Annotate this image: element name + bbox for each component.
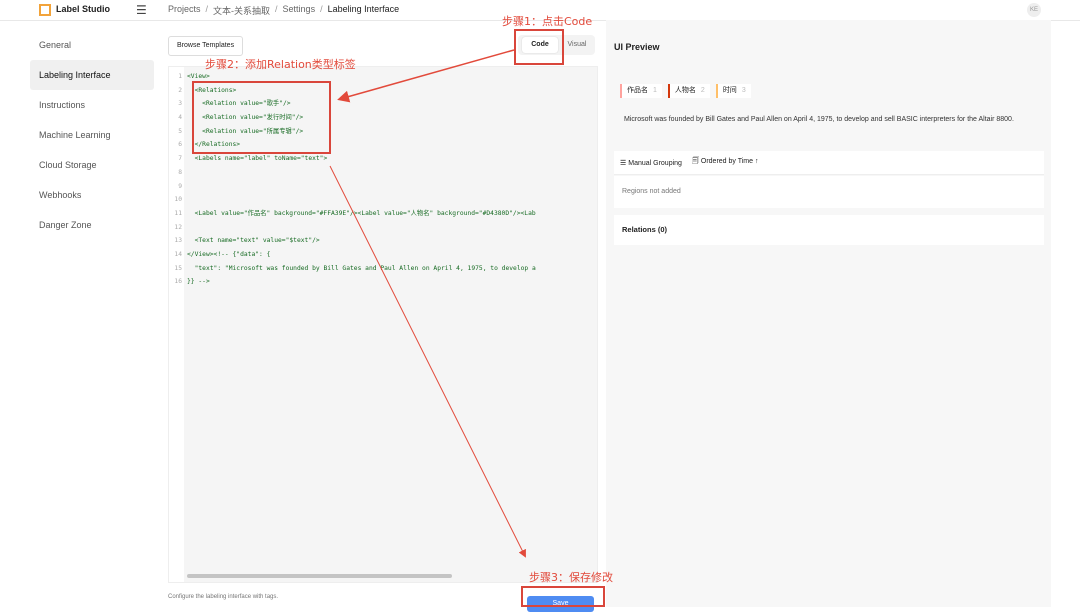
arrow-step1 (337, 49, 515, 103)
arrow-step3 (329, 165, 526, 558)
annotation-arrows (329, 49, 526, 558)
